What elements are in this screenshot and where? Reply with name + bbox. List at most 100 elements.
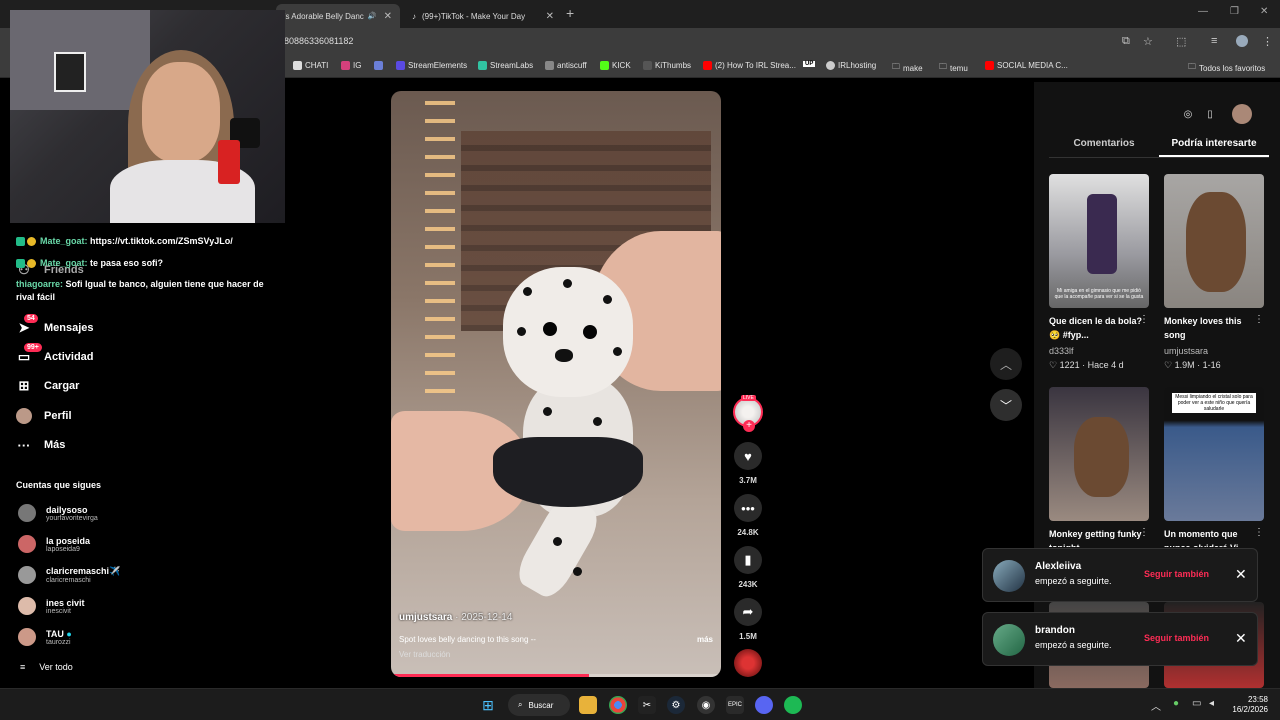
bookmark-up[interactable]: UP (803, 61, 816, 67)
more-options-icon[interactable]: ⋮ (1139, 314, 1149, 325)
follow-plus-icon[interactable]: + (743, 420, 755, 432)
close-icon[interactable]: ✕ (1235, 566, 1247, 583)
bookmark-all-favorites[interactable]: 🗀 Todos los favoritos (1188, 61, 1265, 75)
clock[interactable]: 23:58 16/2/2026 (1228, 695, 1268, 715)
more-options-icon[interactable]: ⋮ (1254, 527, 1264, 538)
tab-belly-dance[interactable]: 's Adorable Belly Danc 🔊 ✕ (276, 4, 400, 28)
translate-link[interactable]: Ver traducción (399, 650, 713, 659)
tab-comments[interactable]: Comentarios (1049, 134, 1159, 157)
bookmark-howto[interactable]: (2) How To IRL Strea... (703, 61, 796, 70)
taskbar: ⊞ ⌕ Buscar ✂ ⚙ ◉ EPIC ︿ ● ▭ ◂ 23:58 16/2/… (0, 688, 1280, 720)
more-link[interactable]: más (697, 635, 713, 644)
save-button[interactable]: ▮ 243K (733, 546, 763, 589)
bookmark-kithumbs[interactable]: KiThumbs (643, 61, 691, 70)
file-explorer-icon[interactable] (579, 696, 597, 714)
tab-tiktok[interactable]: ♪ (99+)TikTok - Make Your Day ✕ (404, 4, 562, 28)
suggested-video-thumb[interactable]: Mi amiga en el gimnasio que me pidió que… (1049, 174, 1149, 308)
see-all-button[interactable]: ≡ Ver todo (20, 662, 73, 672)
extensions-icon[interactable]: ⬚ (1176, 35, 1186, 48)
menu-icon[interactable]: ⋮ (1262, 35, 1273, 48)
url-field[interactable]: 80886336081182 (284, 36, 353, 46)
nav-more[interactable]: ··· Más (16, 437, 66, 453)
share-button[interactable]: ➦ 1.5M (733, 598, 763, 641)
tray-chevron-icon[interactable]: ︿ (1151, 698, 1161, 713)
bookmark-ig[interactable]: IG (341, 61, 361, 70)
music-disc[interactable] (733, 649, 763, 677)
new-tab-button[interactable]: + (566, 5, 574, 21)
save-count: 243K (738, 580, 758, 589)
follow-back-button[interactable]: Seguir también (1144, 569, 1209, 579)
close-window-icon[interactable]: ✕ (1260, 6, 1268, 17)
bookmark-kick[interactable]: KICK (600, 61, 631, 70)
network-icon[interactable]: ▭ (1192, 698, 1201, 709)
suggested-video-caption[interactable]: Un momento que nunca olvidaré Vi (1164, 527, 1259, 547)
cast-icon[interactable]: ⧉ (1122, 35, 1130, 48)
media-icon[interactable]: ≡ (1211, 35, 1217, 47)
close-tab-icon[interactable]: ✕ (546, 11, 554, 22)
bookmark-temu[interactable]: 🗀 temu (939, 61, 968, 75)
more-options-icon[interactable]: ⋮ (1254, 314, 1264, 325)
following-item[interactable]: la poseida laposeida9 (18, 535, 90, 553)
chrome-icon[interactable] (609, 696, 627, 714)
close-icon[interactable]: ✕ (1235, 630, 1247, 647)
video-player[interactable]: umjustsara · 2025-12-14 Spot loves belly… (391, 91, 721, 677)
discord-icon[interactable] (755, 696, 773, 714)
like-button[interactable]: ♥ 3.7M (733, 442, 763, 485)
suggested-video-caption[interactable]: Monkey loves this song (1164, 314, 1259, 342)
windows-start-icon[interactable]: ⊞ (479, 696, 497, 714)
following-item[interactable]: ines civit inescivit (18, 597, 85, 615)
volume-icon[interactable]: ◂ (1209, 698, 1214, 709)
nav-activity[interactable]: ▭ 99+ Actividad (16, 343, 94, 365)
capcut-icon[interactable]: ✂ (638, 696, 656, 714)
taskbar-search[interactable]: ⌕ Buscar (508, 694, 570, 716)
follow-back-button[interactable]: Seguir también (1144, 633, 1209, 643)
bookmark-streamlabs[interactable]: StreamLabs (478, 61, 533, 70)
suggested-video-caption[interactable]: Que dicen le da bola?🥺 #fyp... (1049, 314, 1144, 342)
nav-messages[interactable]: ➤ 54 Mensajes (16, 314, 94, 336)
bookmark-social-media[interactable]: SOCIAL MEDIA C... (985, 61, 1068, 70)
bookmark-chart[interactable] (374, 61, 383, 70)
steam-icon[interactable]: ⚙ (667, 696, 685, 714)
creator-live-avatar[interactable]: LIVE + (733, 395, 763, 432)
tiktok-icon: ♪ (412, 11, 416, 21)
following-item[interactable]: dailysoso yourfavoritevirga (18, 504, 98, 522)
tab-suggestions[interactable]: Podría interesarte (1159, 134, 1269, 157)
spotify-icon[interactable] (784, 696, 802, 714)
profile-avatar[interactable] (1232, 104, 1252, 124)
comment-button[interactable]: ••• 24.8K (733, 494, 763, 537)
kick-icon (600, 61, 609, 70)
nav-upload[interactable]: ⊞ Cargar (16, 378, 80, 394)
epic-games-icon[interactable]: EPIC (726, 696, 744, 714)
bookmark-chati[interactable]: CHATI (293, 61, 328, 70)
picture-frame (54, 52, 86, 92)
nav-profile[interactable]: Perfil (16, 408, 72, 424)
bookmark-streamelements[interactable]: StreamElements (396, 61, 467, 70)
suggested-video-thumb[interactable] (1049, 387, 1149, 521)
chat-message: Mate_goat: te pasa eso sofi? (16, 258, 163, 269)
obs-icon[interactable]: ◉ (697, 696, 715, 714)
microphone-icon[interactable]: ● (1173, 698, 1179, 709)
close-tab-icon[interactable]: ✕ (384, 11, 392, 22)
bookmark-make[interactable]: 🗀 make (892, 61, 923, 75)
following-item[interactable]: TAU ● taurozzi (18, 628, 72, 646)
video-username[interactable]: umjustsara (399, 612, 452, 623)
following-item[interactable]: claricremaschi✈️ claricremaschi (18, 566, 120, 584)
suggested-video-thumb[interactable] (1164, 174, 1264, 308)
bookmark-antiscuff[interactable]: antiscuff (545, 61, 587, 70)
compass-icon[interactable]: ◎ (1178, 104, 1198, 124)
suggested-video-user[interactable]: umjustsara (1164, 346, 1208, 356)
previous-video-button[interactable]: ︿ (990, 348, 1022, 380)
avatar (18, 566, 36, 584)
phone-icon[interactable]: ▯ (1200, 104, 1220, 124)
suggested-video-caption[interactable]: Monkey getting funky tonight (1049, 527, 1144, 547)
bookmark-irlhosting[interactable]: IRLhosting (826, 61, 876, 70)
profile-avatar[interactable] (1236, 35, 1248, 47)
suggested-video-thumb[interactable]: Messi limpiando el cristal solo para pod… (1164, 387, 1264, 521)
next-video-button[interactable]: ﹀ (990, 389, 1022, 421)
bookmark-star-icon[interactable]: ☆ (1143, 35, 1153, 48)
suggested-video-user[interactable]: d333lf (1049, 346, 1074, 356)
video-progress[interactable] (391, 674, 721, 677)
more-options-icon[interactable]: ⋮ (1139, 527, 1149, 538)
restore-icon[interactable]: ❐ (1230, 6, 1239, 17)
minimize-icon[interactable]: — (1198, 6, 1208, 17)
